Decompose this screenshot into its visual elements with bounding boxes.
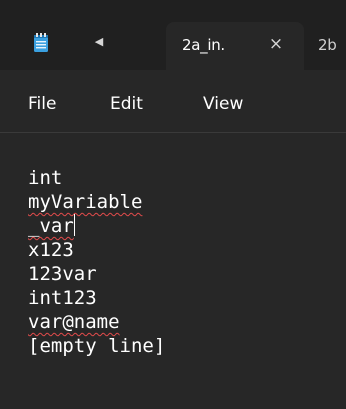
editor-line: [empty line]: [28, 335, 166, 357]
text-editor[interactable]: int myVariable _var x123 123var int123 v…: [0, 133, 346, 409]
tab-label: 2a_in.: [182, 36, 225, 54]
menu-edit[interactable]: Edit: [110, 94, 143, 114]
editor-line: int123: [28, 287, 97, 309]
menu-bar: File Edit View: [0, 70, 346, 132]
editor-line: _var: [28, 214, 75, 238]
notepad-icon: [34, 33, 48, 52]
editor-line: int: [28, 167, 63, 189]
misspelled-word: myVariable: [28, 191, 143, 213]
editor-line: var@name: [28, 310, 120, 334]
notepad-window: ◀ 2a_in. × 2b File Edit View int myVaria…: [0, 0, 346, 409]
tab-bar: ◀ 2a_in. × 2b: [0, 0, 346, 70]
text-cursor: [73, 214, 75, 236]
editor-line: 123var: [28, 263, 97, 285]
menu-file[interactable]: File: [28, 94, 56, 114]
misspelled-word: var@name: [28, 311, 120, 333]
editor-line: x123: [28, 239, 74, 261]
editor-line: myVariable: [28, 190, 142, 214]
tab-next[interactable]: 2b: [318, 36, 337, 54]
close-icon[interactable]: ×: [266, 34, 286, 54]
misspelled-word: _var: [28, 215, 74, 237]
menu-view[interactable]: View: [203, 94, 243, 114]
tab-active[interactable]: 2a_in. ×: [166, 22, 304, 70]
chevron-left-icon[interactable]: ◀: [92, 34, 106, 50]
